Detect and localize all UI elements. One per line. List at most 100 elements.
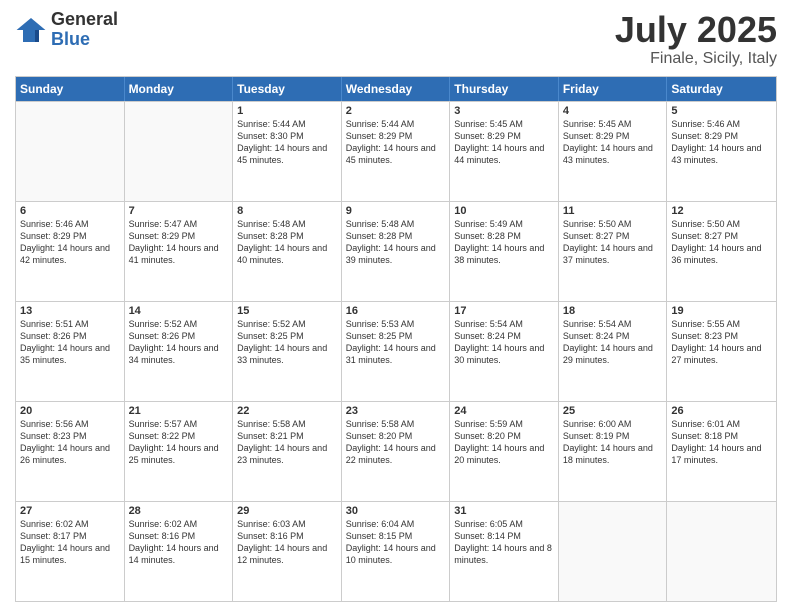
calendar-cell: 8Sunrise: 5:48 AM Sunset: 8:28 PM Daylig… — [233, 202, 342, 301]
calendar-header-cell: Monday — [125, 77, 234, 101]
header: General Blue July 2025 Finale, Sicily, I… — [15, 10, 777, 68]
day-number: 27 — [20, 505, 120, 517]
day-number: 5 — [671, 105, 772, 117]
calendar-cell: 4Sunrise: 5:45 AM Sunset: 8:29 PM Daylig… — [559, 102, 668, 201]
calendar-cell — [16, 102, 125, 201]
calendar-cell: 1Sunrise: 5:44 AM Sunset: 8:30 PM Daylig… — [233, 102, 342, 201]
calendar-row: 27Sunrise: 6:02 AM Sunset: 8:17 PM Dayli… — [16, 501, 776, 601]
day-number: 14 — [129, 305, 229, 317]
day-number: 20 — [20, 405, 120, 417]
page: General Blue July 2025 Finale, Sicily, I… — [0, 0, 792, 612]
calendar-cell: 26Sunrise: 6:01 AM Sunset: 8:18 PM Dayli… — [667, 402, 776, 501]
calendar-title: July 2025 — [615, 10, 777, 50]
cell-info: Sunrise: 5:46 AM Sunset: 8:29 PM Dayligh… — [671, 118, 772, 167]
calendar-row: 13Sunrise: 5:51 AM Sunset: 8:26 PM Dayli… — [16, 301, 776, 401]
calendar-cell — [667, 502, 776, 601]
cell-info: Sunrise: 5:51 AM Sunset: 8:26 PM Dayligh… — [20, 318, 120, 367]
calendar-header-cell: Friday — [559, 77, 668, 101]
day-number: 13 — [20, 305, 120, 317]
calendar-cell: 10Sunrise: 5:49 AM Sunset: 8:28 PM Dayli… — [450, 202, 559, 301]
logo-blue-text: Blue — [51, 30, 118, 50]
cell-info: Sunrise: 6:02 AM Sunset: 8:17 PM Dayligh… — [20, 518, 120, 567]
day-number: 26 — [671, 405, 772, 417]
calendar-cell: 29Sunrise: 6:03 AM Sunset: 8:16 PM Dayli… — [233, 502, 342, 601]
calendar-cell: 16Sunrise: 5:53 AM Sunset: 8:25 PM Dayli… — [342, 302, 451, 401]
cell-info: Sunrise: 5:44 AM Sunset: 8:30 PM Dayligh… — [237, 118, 337, 167]
calendar-cell: 31Sunrise: 6:05 AM Sunset: 8:14 PM Dayli… — [450, 502, 559, 601]
cell-info: Sunrise: 6:00 AM Sunset: 8:19 PM Dayligh… — [563, 418, 663, 467]
day-number: 11 — [563, 205, 663, 217]
logo-general-text: General — [51, 10, 118, 30]
day-number: 10 — [454, 205, 554, 217]
day-number: 30 — [346, 505, 446, 517]
calendar-cell: 9Sunrise: 5:48 AM Sunset: 8:28 PM Daylig… — [342, 202, 451, 301]
day-number: 28 — [129, 505, 229, 517]
calendar-header-cell: Sunday — [16, 77, 125, 101]
day-number: 8 — [237, 205, 337, 217]
cell-info: Sunrise: 5:45 AM Sunset: 8:29 PM Dayligh… — [454, 118, 554, 167]
calendar-cell: 13Sunrise: 5:51 AM Sunset: 8:26 PM Dayli… — [16, 302, 125, 401]
day-number: 21 — [129, 405, 229, 417]
cell-info: Sunrise: 5:54 AM Sunset: 8:24 PM Dayligh… — [454, 318, 554, 367]
calendar-row: 1Sunrise: 5:44 AM Sunset: 8:30 PM Daylig… — [16, 101, 776, 201]
calendar-cell: 12Sunrise: 5:50 AM Sunset: 8:27 PM Dayli… — [667, 202, 776, 301]
cell-info: Sunrise: 5:52 AM Sunset: 8:25 PM Dayligh… — [237, 318, 337, 367]
calendar-cell: 22Sunrise: 5:58 AM Sunset: 8:21 PM Dayli… — [233, 402, 342, 501]
day-number: 15 — [237, 305, 337, 317]
day-number: 17 — [454, 305, 554, 317]
cell-info: Sunrise: 5:50 AM Sunset: 8:27 PM Dayligh… — [671, 218, 772, 267]
calendar-body: 1Sunrise: 5:44 AM Sunset: 8:30 PM Daylig… — [16, 101, 776, 601]
day-number: 7 — [129, 205, 229, 217]
cell-info: Sunrise: 6:05 AM Sunset: 8:14 PM Dayligh… — [454, 518, 554, 567]
title-block: July 2025 Finale, Sicily, Italy — [615, 10, 777, 68]
cell-info: Sunrise: 5:47 AM Sunset: 8:29 PM Dayligh… — [129, 218, 229, 267]
calendar-header-cell: Thursday — [450, 77, 559, 101]
day-number: 18 — [563, 305, 663, 317]
calendar-cell — [125, 102, 234, 201]
calendar: SundayMondayTuesdayWednesdayThursdayFrid… — [15, 76, 777, 602]
day-number: 31 — [454, 505, 554, 517]
calendar-cell: 23Sunrise: 5:58 AM Sunset: 8:20 PM Dayli… — [342, 402, 451, 501]
calendar-header-cell: Wednesday — [342, 77, 451, 101]
day-number: 4 — [563, 105, 663, 117]
cell-info: Sunrise: 5:54 AM Sunset: 8:24 PM Dayligh… — [563, 318, 663, 367]
cell-info: Sunrise: 5:44 AM Sunset: 8:29 PM Dayligh… — [346, 118, 446, 167]
cell-info: Sunrise: 5:48 AM Sunset: 8:28 PM Dayligh… — [346, 218, 446, 267]
cell-info: Sunrise: 5:46 AM Sunset: 8:29 PM Dayligh… — [20, 218, 120, 267]
cell-info: Sunrise: 5:56 AM Sunset: 8:23 PM Dayligh… — [20, 418, 120, 467]
cell-info: Sunrise: 6:04 AM Sunset: 8:15 PM Dayligh… — [346, 518, 446, 567]
calendar-cell: 24Sunrise: 5:59 AM Sunset: 8:20 PM Dayli… — [450, 402, 559, 501]
calendar-header-cell: Saturday — [667, 77, 776, 101]
day-number: 19 — [671, 305, 772, 317]
day-number: 23 — [346, 405, 446, 417]
day-number: 2 — [346, 105, 446, 117]
logo: General Blue — [15, 10, 118, 50]
calendar-cell: 7Sunrise: 5:47 AM Sunset: 8:29 PM Daylig… — [125, 202, 234, 301]
cell-info: Sunrise: 5:59 AM Sunset: 8:20 PM Dayligh… — [454, 418, 554, 467]
cell-info: Sunrise: 5:58 AM Sunset: 8:21 PM Dayligh… — [237, 418, 337, 467]
day-number: 6 — [20, 205, 120, 217]
calendar-row: 20Sunrise: 5:56 AM Sunset: 8:23 PM Dayli… — [16, 401, 776, 501]
logo-text: General Blue — [51, 10, 118, 50]
cell-info: Sunrise: 5:48 AM Sunset: 8:28 PM Dayligh… — [237, 218, 337, 267]
calendar-cell: 19Sunrise: 5:55 AM Sunset: 8:23 PM Dayli… — [667, 302, 776, 401]
cell-info: Sunrise: 6:01 AM Sunset: 8:18 PM Dayligh… — [671, 418, 772, 467]
calendar-cell: 2Sunrise: 5:44 AM Sunset: 8:29 PM Daylig… — [342, 102, 451, 201]
calendar-cell: 15Sunrise: 5:52 AM Sunset: 8:25 PM Dayli… — [233, 302, 342, 401]
cell-info: Sunrise: 5:49 AM Sunset: 8:28 PM Dayligh… — [454, 218, 554, 267]
calendar-cell: 6Sunrise: 5:46 AM Sunset: 8:29 PM Daylig… — [16, 202, 125, 301]
day-number: 1 — [237, 105, 337, 117]
calendar-cell: 27Sunrise: 6:02 AM Sunset: 8:17 PM Dayli… — [16, 502, 125, 601]
calendar-header-cell: Tuesday — [233, 77, 342, 101]
cell-info: Sunrise: 5:52 AM Sunset: 8:26 PM Dayligh… — [129, 318, 229, 367]
cell-info: Sunrise: 5:55 AM Sunset: 8:23 PM Dayligh… — [671, 318, 772, 367]
cell-info: Sunrise: 5:57 AM Sunset: 8:22 PM Dayligh… — [129, 418, 229, 467]
calendar-cell: 21Sunrise: 5:57 AM Sunset: 8:22 PM Dayli… — [125, 402, 234, 501]
cell-info: Sunrise: 5:53 AM Sunset: 8:25 PM Dayligh… — [346, 318, 446, 367]
cell-info: Sunrise: 5:45 AM Sunset: 8:29 PM Dayligh… — [563, 118, 663, 167]
calendar-row: 6Sunrise: 5:46 AM Sunset: 8:29 PM Daylig… — [16, 201, 776, 301]
cell-info: Sunrise: 5:58 AM Sunset: 8:20 PM Dayligh… — [346, 418, 446, 467]
calendar-header-row: SundayMondayTuesdayWednesdayThursdayFrid… — [16, 77, 776, 101]
day-number: 24 — [454, 405, 554, 417]
calendar-cell — [559, 502, 668, 601]
